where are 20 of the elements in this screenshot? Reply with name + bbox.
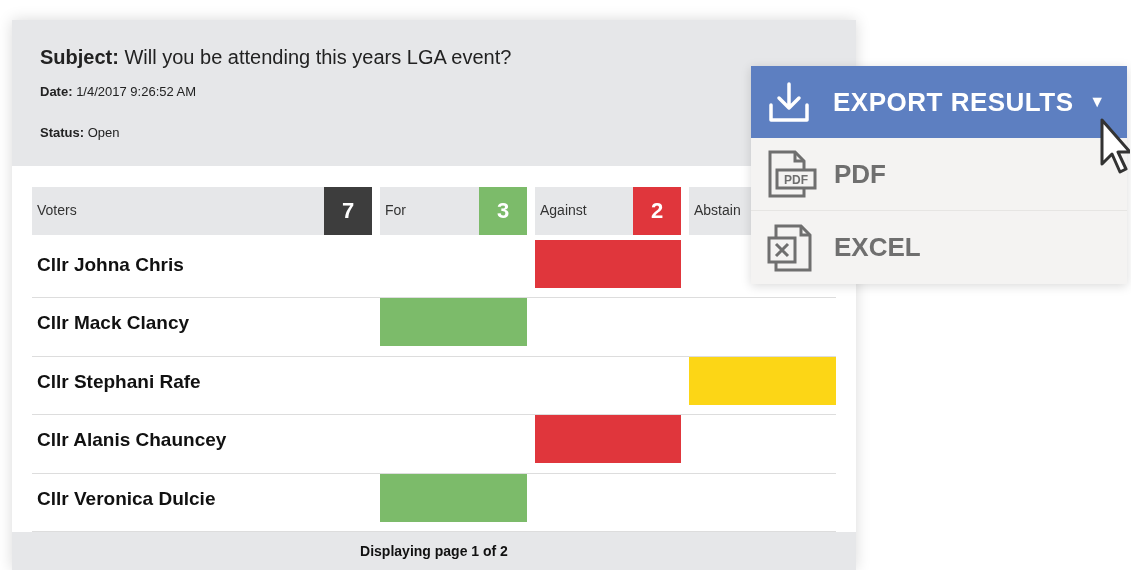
- column-label: Voters: [37, 201, 77, 221]
- column-label: Against: [540, 201, 587, 221]
- voter-name: Cllr Alanis Chauncey: [36, 428, 228, 453]
- count-badge: 2: [633, 186, 681, 235]
- count-badge: 7: [324, 186, 372, 235]
- subject-text: Subject: Will you be attending this years LGA event?: [40, 45, 513, 70]
- voter-name: Cllr Johna Chris: [36, 252, 185, 277]
- column-label: For: [385, 201, 406, 221]
- download-icon: [768, 81, 810, 123]
- export-button[interactable]: EXPORT RESULTS ▼: [751, 66, 1127, 138]
- count-badge: 3: [479, 186, 527, 235]
- voter-name: Cllr Stephani Rafe: [36, 369, 202, 394]
- voter-name: Cllr Veronica Dulcie: [36, 486, 217, 511]
- page-indicator: Displaying page 1 of 2: [12, 532, 856, 570]
- voter-name: Cllr Mack Clancy: [36, 311, 191, 336]
- cursor-icon: [1100, 118, 1130, 174]
- column-label: Abstain: [694, 201, 741, 221]
- export-option[interactable]: EXCEL: [751, 211, 1127, 284]
- caret-icon: ▼: [1089, 90, 1105, 114]
- status-text: Status: Open: [40, 123, 121, 142]
